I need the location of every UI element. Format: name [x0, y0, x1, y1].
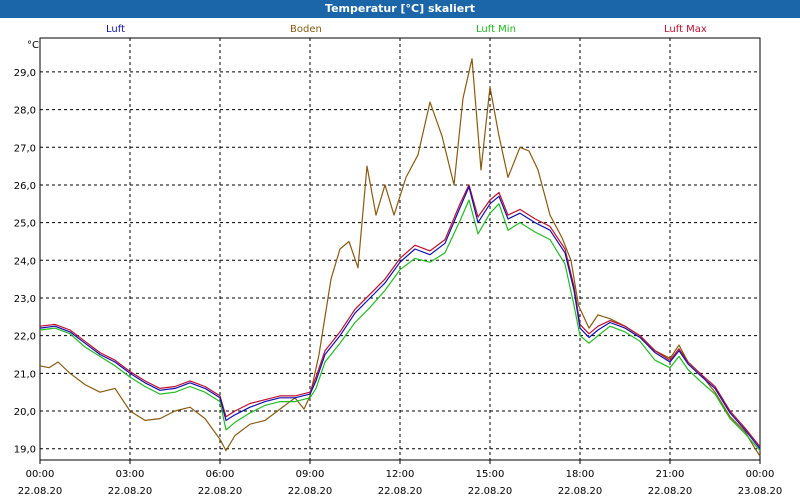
- y-tick-label: 28,0: [14, 106, 36, 117]
- x-tick-time: 09:00: [296, 469, 325, 480]
- y-tick-label: 25,0: [14, 219, 36, 230]
- y-tick-label: 22,0: [14, 332, 36, 343]
- y-unit-label: °C: [27, 40, 39, 51]
- x-tick-time: 03:00: [116, 469, 145, 480]
- temperature-chart: °C 19,0 20,0 21,0 22,0 23,0 24,0 25,0 26,0 27,0 2…: [14, 37, 783, 497]
- x-tick-time: 21:00: [656, 469, 685, 480]
- x-tick-time: 18:00: [566, 469, 595, 480]
- x-tick-date: 22.08.20: [288, 486, 333, 497]
- y-tick-label: 20,0: [14, 407, 36, 418]
- x-tick-time: 00:00: [746, 469, 775, 480]
- y-tick-label: 26,0: [14, 181, 36, 192]
- x-tick-time: 15:00: [476, 469, 505, 480]
- y-tick-label: 23,0: [14, 294, 36, 305]
- x-tick-date: 22.08.20: [198, 486, 243, 497]
- x-tick-time: 00:00: [26, 469, 55, 480]
- y-tick-label: 19,0: [14, 445, 36, 456]
- x-tick-date: 22.08.20: [648, 486, 693, 497]
- x-tick-time: 12:00: [386, 469, 415, 480]
- x-tick-date: 22.08.20: [108, 486, 153, 497]
- x-tick-time: 06:00: [206, 469, 235, 480]
- y-tick-label: 21,0: [14, 369, 36, 380]
- x-tick-date: 22.08.20: [468, 486, 513, 497]
- y-tick-label: 24,0: [14, 256, 36, 267]
- x-tick-date: 22.08.20: [378, 486, 423, 497]
- chart-window: Temperatur [°C] skaliert Luft Boden Luft…: [0, 0, 800, 500]
- y-tick-label: 27,0: [14, 143, 36, 154]
- x-tick-date: 22.08.20: [18, 486, 63, 497]
- x-tick-date: 23.08.20: [738, 486, 783, 497]
- y-tick-label: 29,0: [14, 68, 36, 79]
- x-tick-date: 22.08.20: [558, 486, 603, 497]
